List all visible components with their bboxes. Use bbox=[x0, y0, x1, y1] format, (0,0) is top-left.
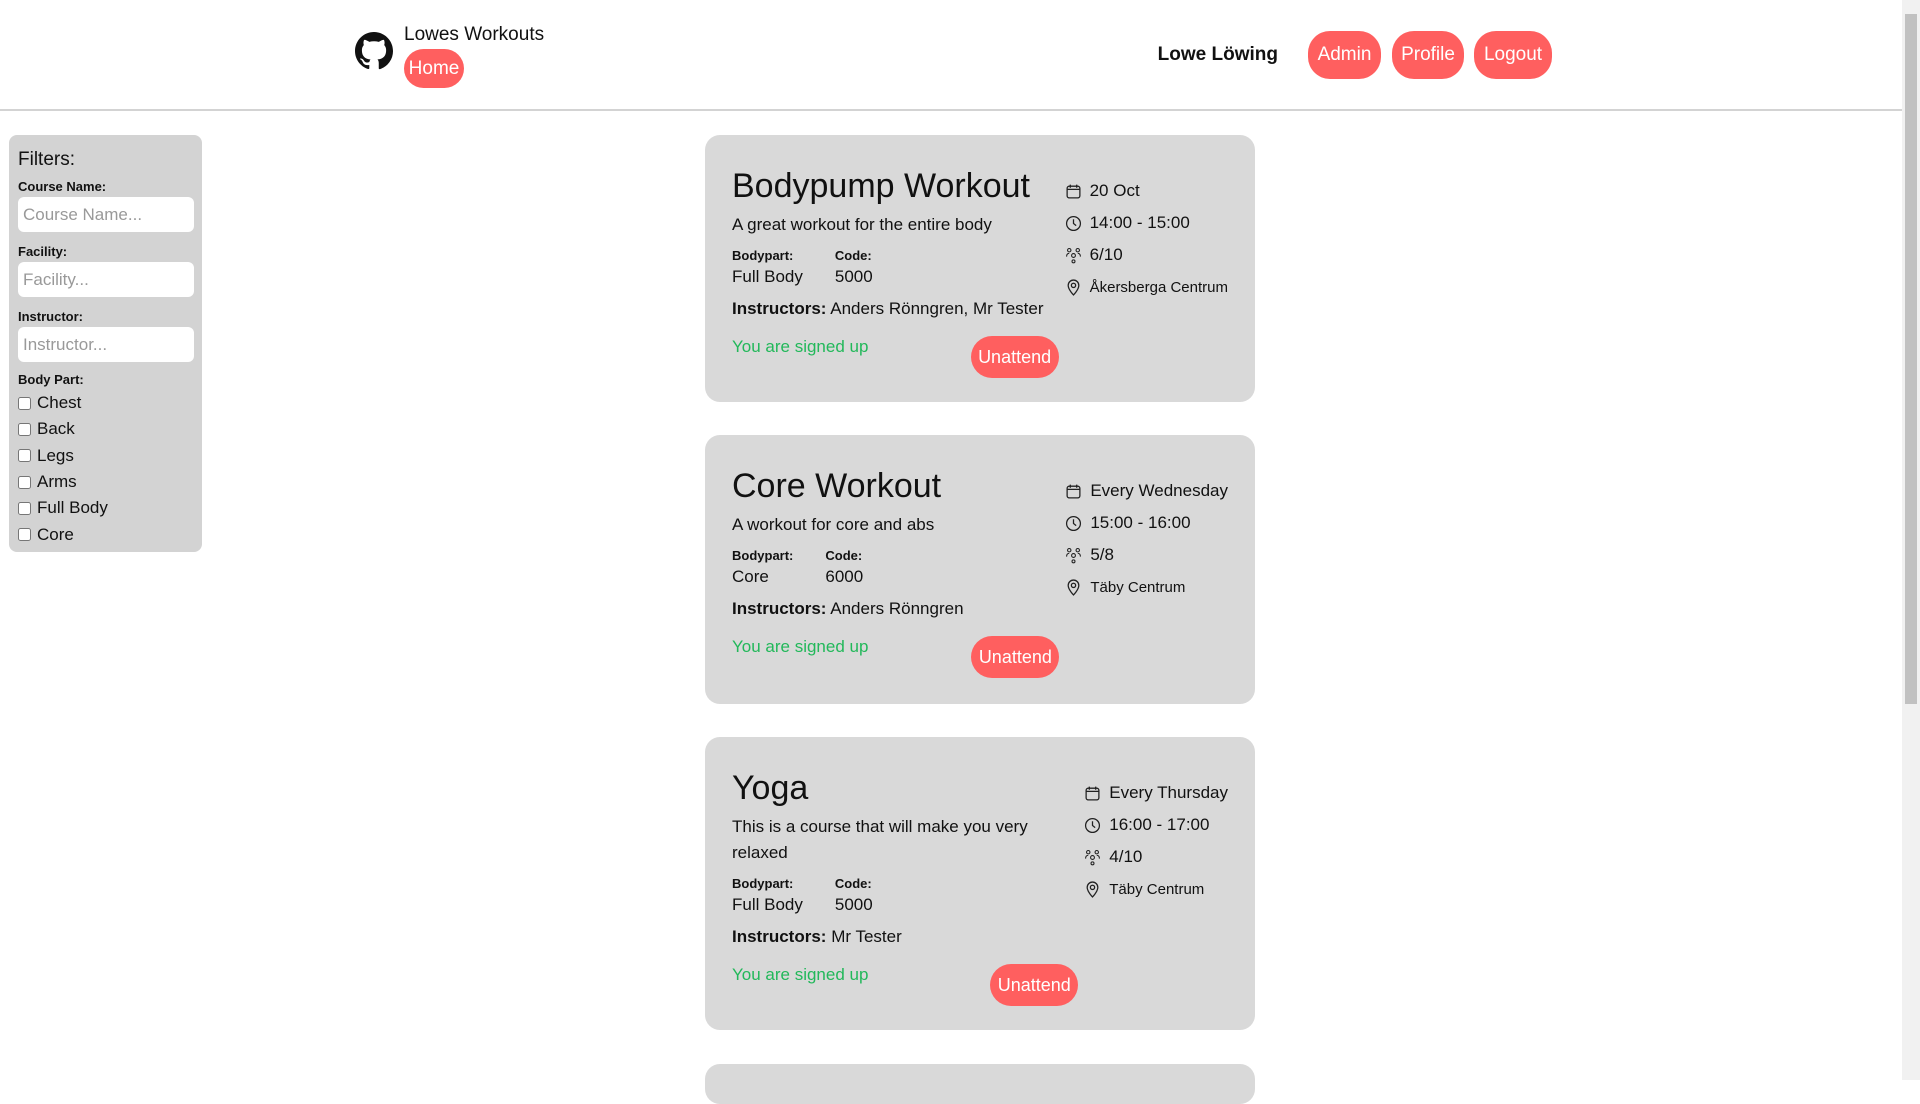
bodypart-option[interactable]: Arms bbox=[18, 469, 193, 495]
course-attendance: 5/8 bbox=[1090, 545, 1114, 564]
bodypart-option-label: Core bbox=[37, 524, 74, 544]
instructor-label: Instructor: bbox=[18, 309, 83, 324]
course-description: A great workout for the entire body bbox=[732, 215, 992, 234]
course-time: 16:00 - 17:00 bbox=[1109, 815, 1210, 834]
code-heading: Code: bbox=[834, 248, 872, 263]
bodypart-option[interactable]: Legs bbox=[18, 443, 193, 469]
bodypart-value: Full Body bbox=[732, 895, 803, 914]
code-heading: Code: bbox=[825, 548, 863, 563]
course-card: Core Workout A workout for core and abs … bbox=[705, 435, 1255, 704]
people-icon bbox=[1066, 547, 1082, 563]
course-name-input[interactable] bbox=[18, 197, 194, 232]
instructors-heading: Instructors: bbox=[732, 927, 827, 946]
people-icon bbox=[1085, 849, 1101, 865]
course-name-label: Course Name: bbox=[18, 179, 107, 194]
scrollbar-thumb[interactable] bbox=[1905, 14, 1917, 704]
clock-icon bbox=[1065, 215, 1081, 231]
unattend-button[interactable]: Unattend bbox=[990, 964, 1079, 1006]
instructors-value: Anders Rönngren, Mr Tester bbox=[830, 299, 1044, 318]
user-name: Lowe Löwing bbox=[1157, 44, 1278, 65]
unattend-button[interactable]: Unattend bbox=[970, 336, 1059, 378]
scrollbar[interactable] bbox=[1902, 0, 1920, 1080]
facility-input[interactable] bbox=[18, 262, 194, 297]
code-value: 5000 bbox=[834, 267, 873, 286]
code-heading: Code: bbox=[834, 876, 872, 891]
bodypart-heading: Bodypart: bbox=[732, 876, 794, 891]
instructors-heading: Instructors: bbox=[732, 299, 827, 318]
course-location: Täby Centrum bbox=[1109, 880, 1205, 898]
bodypart-option-label: Arms bbox=[37, 472, 77, 492]
course-location: Täby Centrum bbox=[1090, 578, 1186, 596]
course-description: This is a course that will make you very… bbox=[732, 817, 1028, 862]
bodypart-option[interactable]: Chest bbox=[18, 390, 193, 416]
filters-title: Filters: bbox=[18, 149, 75, 170]
bodypart-checkbox[interactable] bbox=[18, 528, 31, 542]
clock-icon bbox=[1085, 817, 1101, 833]
logout-button[interactable]: Logout bbox=[1474, 31, 1552, 79]
course-date: 20 Oct bbox=[1089, 181, 1140, 200]
bodypart-heading: Bodypart: bbox=[732, 548, 794, 563]
course-attendance: 4/10 bbox=[1109, 847, 1143, 866]
course-time: 15:00 - 16:00 bbox=[1090, 513, 1191, 532]
facility-label: Facility: bbox=[18, 244, 68, 259]
bodypart-option[interactable]: Back bbox=[18, 416, 193, 442]
admin-button[interactable]: Admin bbox=[1308, 31, 1381, 79]
code-value: 5000 bbox=[834, 895, 873, 914]
bodypart-checkbox[interactable] bbox=[18, 449, 31, 463]
course-title: Bodypump Workout bbox=[732, 167, 1030, 205]
signed-up-status: You are signed up bbox=[732, 637, 869, 656]
bodypart-option-label: Full Body bbox=[37, 498, 108, 518]
instructor-input[interactable] bbox=[18, 327, 194, 362]
brand-title[interactable]: Lowes Workouts bbox=[404, 24, 544, 46]
course-card: Bodypump Workout A great workout for the… bbox=[705, 135, 1255, 402]
bodypart-option-label: Legs bbox=[37, 445, 74, 465]
course-card bbox=[705, 1064, 1255, 1104]
bodypart-checkbox[interactable] bbox=[18, 475, 31, 489]
instructors-value: Mr Tester bbox=[831, 927, 902, 946]
bodypart-option-label: Chest bbox=[37, 393, 82, 413]
body-part-label: Body Part: bbox=[18, 372, 84, 387]
instructors-value: Anders Rönngren bbox=[830, 599, 964, 618]
calendar-icon bbox=[1085, 786, 1100, 801]
instructors-heading: Instructors: bbox=[732, 599, 827, 618]
signed-up-status: You are signed up bbox=[732, 965, 869, 984]
top-navbar: Lowes Workouts Home Lowe Löwing Admin Pr… bbox=[0, 0, 1902, 111]
clock-icon bbox=[1066, 515, 1082, 531]
bodypart-checkbox[interactable] bbox=[18, 501, 31, 515]
bodypart-value: Core bbox=[732, 567, 769, 586]
bodypart-value: Full Body bbox=[732, 267, 803, 286]
course-attendance: 6/10 bbox=[1089, 245, 1123, 264]
bodypart-checkbox[interactable] bbox=[18, 422, 31, 436]
course-card: Yoga This is a course that will make you… bbox=[705, 737, 1255, 1030]
home-button[interactable]: Home bbox=[404, 49, 464, 88]
bodypart-option[interactable]: Core bbox=[18, 521, 193, 547]
calendar-icon bbox=[1066, 184, 1081, 199]
course-description: A workout for core and abs bbox=[732, 515, 935, 534]
bodypart-checkbox[interactable] bbox=[18, 396, 31, 410]
people-icon bbox=[1065, 247, 1081, 263]
course-time: 14:00 - 15:00 bbox=[1089, 213, 1190, 232]
course-title: Yoga bbox=[732, 769, 809, 807]
code-value: 6000 bbox=[825, 567, 864, 586]
course-date: Every Thursday bbox=[1109, 783, 1228, 802]
bodypart-option[interactable]: Full Body bbox=[18, 495, 193, 521]
location-pin-icon bbox=[1067, 279, 1080, 296]
course-title: Core Workout bbox=[732, 467, 942, 505]
calendar-icon bbox=[1066, 484, 1081, 499]
course-date: Every Wednesday bbox=[1090, 481, 1228, 500]
course-location: Åkersberga Centrum bbox=[1089, 278, 1228, 296]
bodypart-option-label: Back bbox=[37, 419, 75, 439]
github-icon[interactable] bbox=[355, 32, 393, 70]
signed-up-status: You are signed up bbox=[732, 337, 869, 356]
filters-panel: Filters: Course Name: Facility: Instruct… bbox=[9, 135, 202, 552]
location-pin-icon bbox=[1067, 579, 1080, 596]
location-pin-icon bbox=[1086, 881, 1099, 898]
bodypart-heading: Bodypart: bbox=[732, 248, 794, 263]
unattend-button[interactable]: Unattend bbox=[971, 636, 1060, 678]
profile-button[interactable]: Profile bbox=[1392, 31, 1464, 79]
